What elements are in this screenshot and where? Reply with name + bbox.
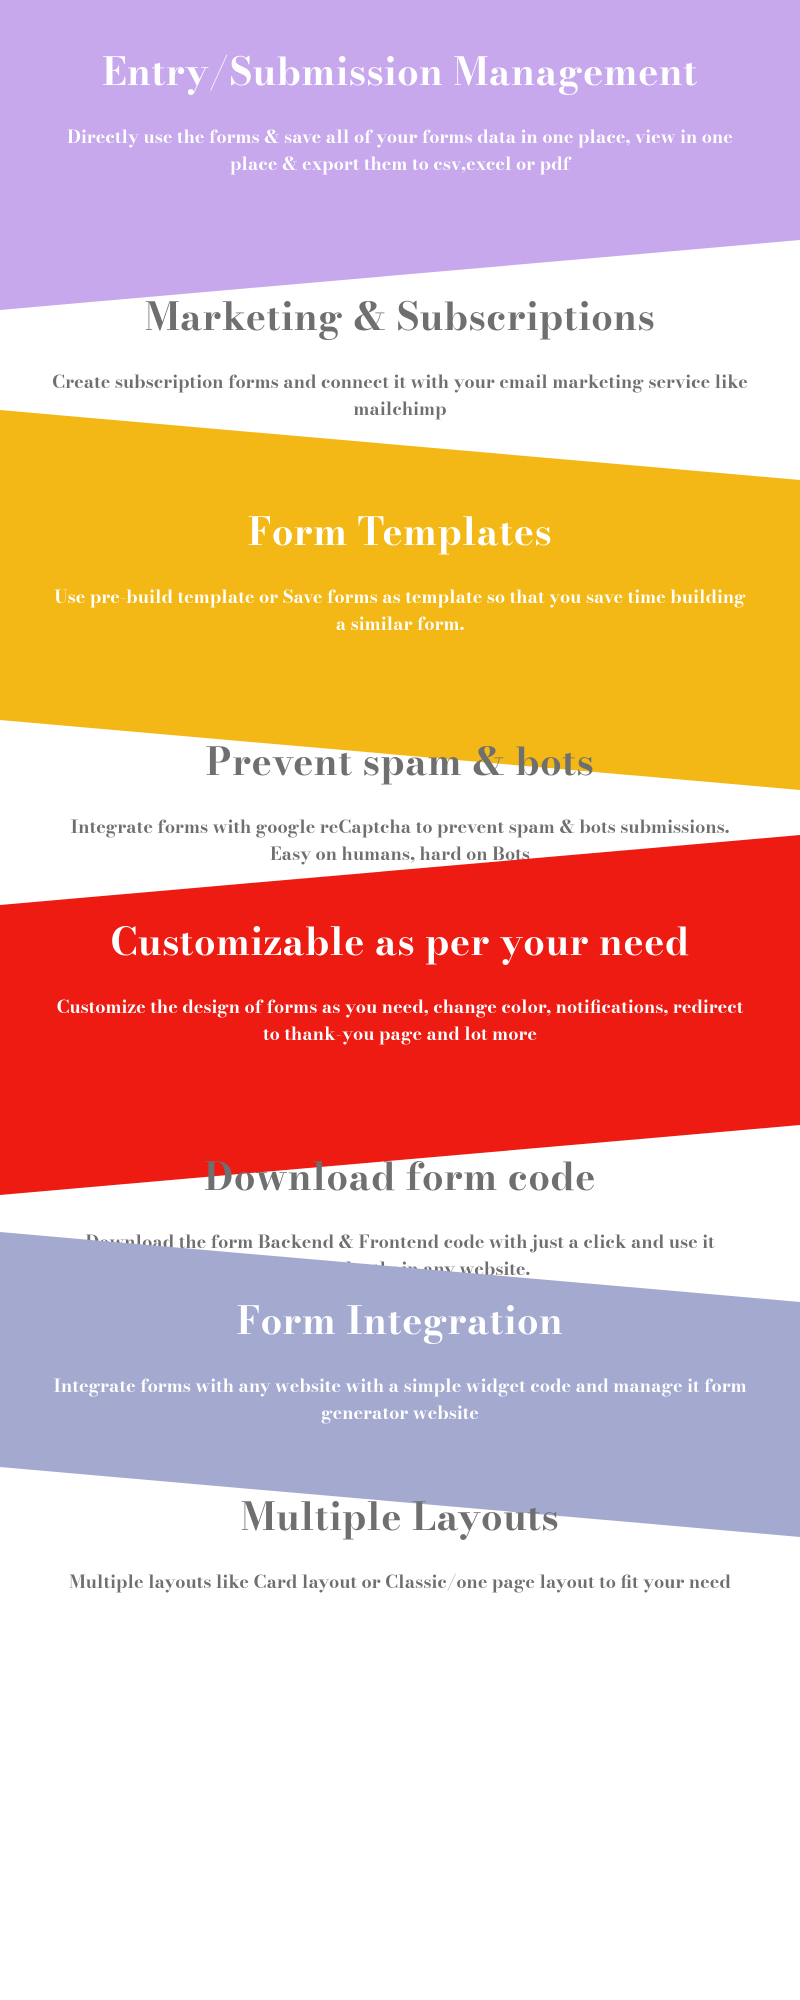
- section-multiple-layouts: Multiple Layouts Multiple layouts like C…: [0, 1485, 800, 1710]
- section-title: Multiple Layouts: [50, 1495, 750, 1541]
- section-description: Use pre-build template or Save forms as …: [50, 584, 750, 640]
- section-description: Multiple layouts like Card layout or Cla…: [50, 1569, 750, 1597]
- section-title: Customizable as per your need: [50, 920, 750, 966]
- section-title: Entry/Submission Management: [50, 50, 750, 96]
- section-marketing-subscriptions: Marketing & Subscriptions Create subscri…: [0, 275, 800, 440]
- section-entry-submission: Entry/Submission Management Directly use…: [0, 0, 800, 317]
- section-description: Create subscription forms and connect it…: [50, 369, 750, 425]
- section-title: Form Integration: [50, 1299, 750, 1345]
- section-title: Download form code: [50, 1155, 750, 1201]
- section-description: Directly use the forms & save all of you…: [50, 124, 750, 180]
- section-title: Form Templates: [50, 510, 750, 556]
- section-description: Customize the design of forms as you nee…: [50, 994, 750, 1050]
- feature-sections: Entry/Submission Management Directly use…: [0, 0, 800, 2000]
- section-title: Marketing & Subscriptions: [50, 295, 750, 341]
- section-description: Integrate forms with any website with a …: [50, 1373, 750, 1429]
- section-title: Prevent spam & bots: [50, 740, 750, 786]
